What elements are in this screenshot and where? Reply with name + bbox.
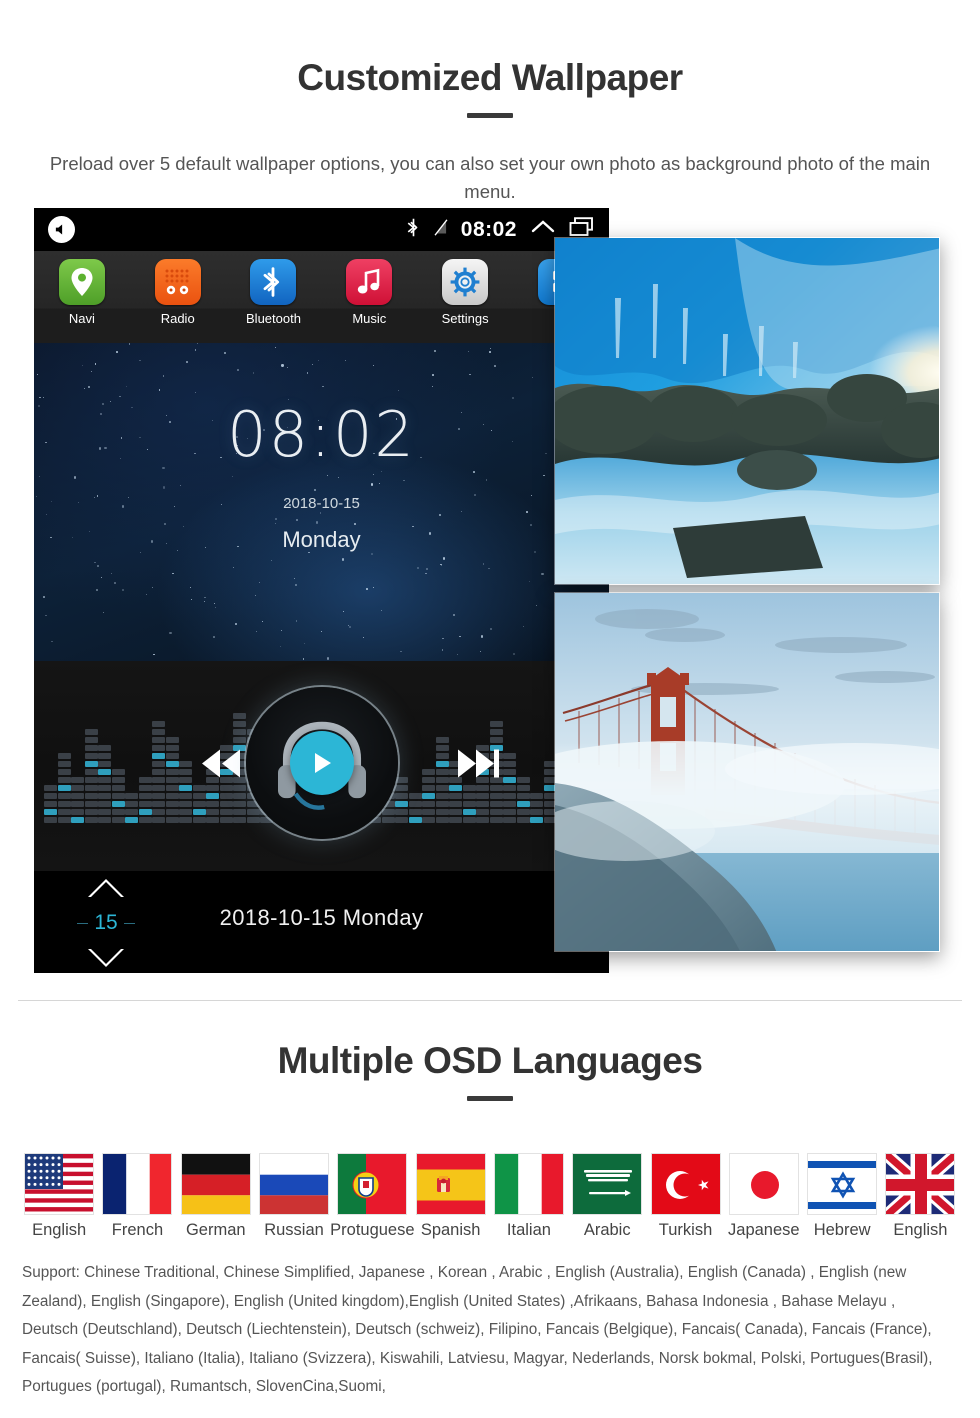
flag-cell-flag-russia[interactable]: Russian	[255, 1153, 333, 1240]
dock-label-bluetooth: Bluetooth	[246, 311, 301, 326]
flag-cell-flag-portugal[interactable]: Protuguese	[330, 1153, 415, 1240]
flag-russia-icon	[259, 1153, 330, 1215]
flag-label: Russian	[264, 1221, 324, 1239]
clock-widget-time: 08:02	[227, 398, 416, 471]
flag-japan-icon	[728, 1153, 799, 1215]
album-art-disc	[245, 686, 398, 839]
bottom-bar-datetime: 2018-10-15 Monday	[219, 905, 424, 930]
volume-down-icon[interactable]	[88, 949, 124, 967]
section-divider	[18, 1000, 962, 1001]
wallpaper-section-subtitle-wrap: Preload over 5 default wallpaper options…	[0, 134, 980, 206]
flag-italy-icon	[493, 1153, 564, 1215]
flag-label: Turkish	[658, 1221, 713, 1239]
radio-icon	[154, 259, 201, 305]
supported-languages-text: Support: Chinese Traditional, Chinese Si…	[22, 1264, 933, 1395]
flag-label: Italian	[506, 1221, 551, 1239]
flag-cell-flag-israel[interactable]: Hebrew	[803, 1153, 881, 1240]
ice-cave-image	[555, 238, 939, 584]
dock-label-radio: Radio	[160, 311, 195, 326]
flag-label: English	[32, 1221, 87, 1239]
title-underline-rule	[467, 113, 513, 118]
wallpaper-section-header: Customized Wallpaper	[0, 57, 980, 118]
next-track-icon[interactable]	[452, 744, 506, 789]
flag-spain-icon	[415, 1153, 486, 1215]
play-button[interactable]	[289, 730, 354, 795]
flag-label: Spanish	[420, 1221, 481, 1239]
flag-cell-flag-italy[interactable]: Italian	[490, 1153, 568, 1240]
speaker-icon[interactable]	[48, 216, 75, 243]
previous-track-icon[interactable]	[194, 744, 248, 789]
page-title: Customized Wallpaper	[297, 57, 683, 98]
languages-title: Multiple OSD Languages	[277, 1040, 703, 1081]
music-note-icon	[346, 259, 393, 305]
flag-label: Japanese	[728, 1221, 800, 1239]
languages-title-underline-rule	[467, 1096, 513, 1101]
flag-israel-icon	[807, 1153, 878, 1215]
flag-cell-flag-united-kingdom[interactable]: English	[881, 1153, 959, 1240]
clock-widget-weekday: Monday	[282, 527, 361, 552]
dock-item-navi[interactable]: Navi	[34, 251, 130, 326]
dock-label-navi: Navi	[68, 311, 95, 326]
flag-cell-flag-saudi-arabia[interactable]: Arabic	[568, 1153, 646, 1240]
flag-label: Protuguese	[330, 1221, 415, 1239]
clock-wallpaper: 08:02 2018-10-15 Monday	[34, 343, 609, 661]
flag-saudi-arabia-icon	[572, 1153, 643, 1215]
bluetooth-icon	[250, 259, 297, 305]
signal-off-icon	[434, 218, 448, 241]
flag-portugal-icon	[337, 1153, 408, 1215]
flag-turkey-icon	[650, 1153, 721, 1215]
flag-france-icon	[102, 1153, 173, 1215]
dock-label-music: Music	[352, 311, 387, 326]
wallpaper-subtitle: Preload over 5 default wallpaper options…	[49, 153, 931, 202]
volume-up-icon[interactable]	[88, 879, 124, 897]
flag-cell-flag-japan[interactable]: Japanese	[725, 1153, 803, 1240]
clock-widget-date: 2018-10-15	[283, 495, 360, 512]
flag-cell-flag-germany[interactable]: German	[177, 1153, 255, 1240]
flag-label: Arabic	[583, 1221, 631, 1239]
status-bar: 08:02	[34, 208, 609, 251]
languages-section-header: Multiple OSD Languages	[0, 1040, 980, 1101]
flag-usa-icon	[24, 1153, 95, 1215]
ice-cave-wallpaper[interactable]	[554, 237, 940, 585]
flag-label: French	[111, 1221, 164, 1239]
chevron-up-icon[interactable]	[530, 218, 556, 241]
flag-cell-flag-spain[interactable]: Spanish	[411, 1153, 489, 1240]
flag-label: English	[893, 1221, 948, 1239]
head-unit-screen: 08:02 Navi Radio Bluetooth Music Setting…	[34, 208, 609, 973]
flag-label: Hebrew	[813, 1221, 871, 1239]
golden-gate-bridge-image	[555, 593, 939, 951]
golden-gate-bridge-wallpaper[interactable]	[554, 592, 940, 952]
bluetooth-icon	[406, 217, 421, 243]
location-pin-icon	[58, 259, 105, 305]
dock-item-bluetooth[interactable]: Bluetooth	[226, 251, 322, 326]
flag-cell-flag-turkey[interactable]: Turkish	[646, 1153, 724, 1240]
flag-cell-flag-usa[interactable]: English	[20, 1153, 98, 1240]
flag-label: German	[185, 1221, 246, 1239]
dock-item-radio[interactable]: Radio	[130, 251, 226, 326]
music-player-widget	[34, 661, 609, 871]
dock-label-settings: Settings	[441, 311, 489, 326]
gear-icon	[442, 259, 489, 305]
device-bottom-bar: 15 2018-10-15 Monday	[34, 871, 609, 973]
dock-item-settings[interactable]: Settings	[417, 251, 513, 326]
flag-united-kingdom-icon	[885, 1153, 956, 1215]
dock-item-music[interactable]: Music	[321, 251, 417, 326]
app-dock: Navi Radio Bluetooth Music Settings	[34, 251, 609, 343]
language-flags-row: English French German Russian Protuguese	[20, 1153, 960, 1240]
flag-germany-icon	[180, 1153, 251, 1215]
status-bar-clock: 08:02	[460, 217, 517, 241]
flag-cell-flag-france[interactable]: French	[98, 1153, 176, 1240]
